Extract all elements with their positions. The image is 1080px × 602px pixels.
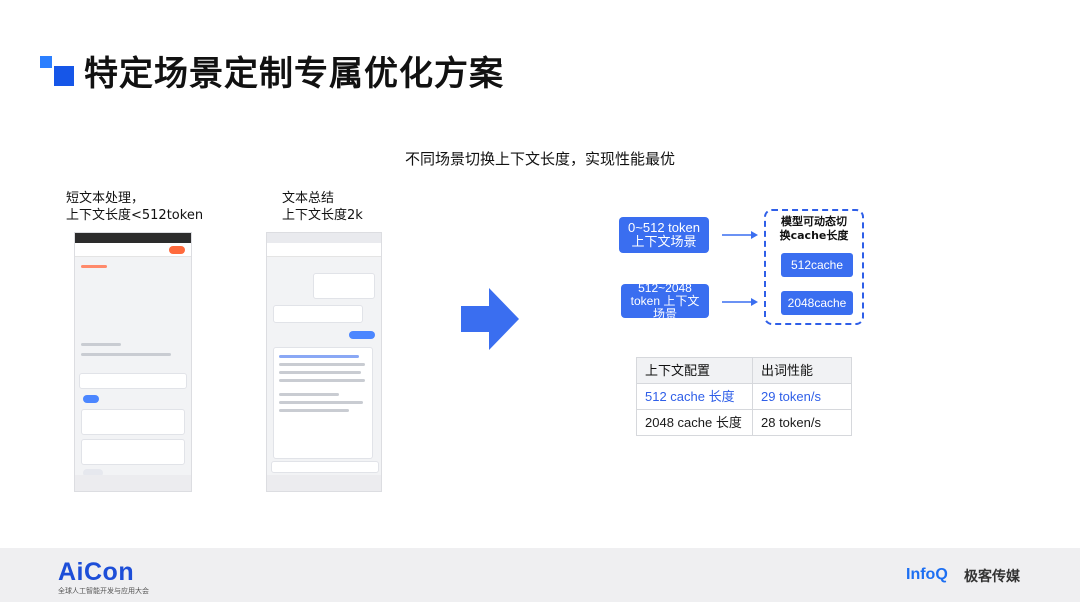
title-mark-icon <box>40 52 74 86</box>
dynamic-cache-title: 模型可动态切 换cache长度 <box>766 215 862 243</box>
right-case-line1: 文本总结 <box>282 191 335 206</box>
infoq-chinese-name: 极客传媒 <box>964 569 1020 585</box>
table-row: 512 cache 长度 29 token/s <box>636 383 852 410</box>
big-right-arrow-icon <box>461 288 519 350</box>
table-header-row: 上下文配置 出词性能 <box>636 357 852 384</box>
table-row: 2048 cache 长度 28 token/s <box>636 409 852 436</box>
arrow-right-icon <box>722 298 758 306</box>
table-cell: 512 cache 长度 <box>636 383 753 410</box>
scene-0-512-box: 0~512 token 上下文场景 <box>619 217 709 253</box>
performance-table: 上下文配置 出词性能 512 cache 长度 29 token/s 2048 … <box>636 357 852 436</box>
right-case-line2: 上下文长度2k <box>282 208 363 223</box>
aicon-logo: AiCon <box>58 558 135 586</box>
right-case-caption: 文本总结 上下文长度2k <box>282 190 363 224</box>
scene-1-line2: 上下文场景 <box>631 234 697 249</box>
table-header-config: 上下文配置 <box>636 357 753 384</box>
table-cell: 29 token/s <box>752 383 852 410</box>
cache-2048-box: 2048cache <box>781 291 853 315</box>
scene-2-line2: token 上下文 <box>630 293 700 308</box>
left-case-line2: 上下文长度<512token <box>66 208 204 223</box>
dynamic-cache-box: 模型可动态切 换cache长度 512cache 2048cache <box>764 209 864 325</box>
left-case-line1: 短文本处理， <box>66 191 145 206</box>
summary-phone-screenshot <box>266 232 382 492</box>
scene-512-2048-box: 512~2048 token 上下文 场景 <box>621 280 709 321</box>
short-text-phone-screenshot <box>74 232 192 492</box>
infoq-logo: InfoQ <box>906 566 948 583</box>
dynamic-cache-title-line2: 换cache长度 <box>779 229 849 242</box>
arrow-right-icon <box>722 231 758 239</box>
dynamic-cache-title-line1: 模型可动态切 <box>781 215 847 228</box>
left-case-caption: 短文本处理， 上下文长度<512token <box>66 190 203 224</box>
aicon-subtitle: 全球人工智能开发与应用大会 <box>58 587 149 595</box>
table-cell: 2048 cache 长度 <box>636 409 753 436</box>
slide-title: 特定场景定制专属优化方案 <box>84 54 504 94</box>
cache-512-box: 512cache <box>781 253 853 277</box>
scene-2-line1: 512~2048 <box>638 280 692 295</box>
slide-subtitle: 不同场景切换上下文长度，实现性能最优 <box>404 150 675 168</box>
footer: AiCon 全球人工智能开发与应用大会 InfoQ 极客传媒 <box>0 548 1080 602</box>
table-cell: 28 token/s <box>752 409 852 436</box>
table-header-perf: 出词性能 <box>752 357 852 384</box>
scene-2-line3: 场景 <box>652 306 677 321</box>
scene-1-line1: 0~512 token <box>628 220 700 235</box>
